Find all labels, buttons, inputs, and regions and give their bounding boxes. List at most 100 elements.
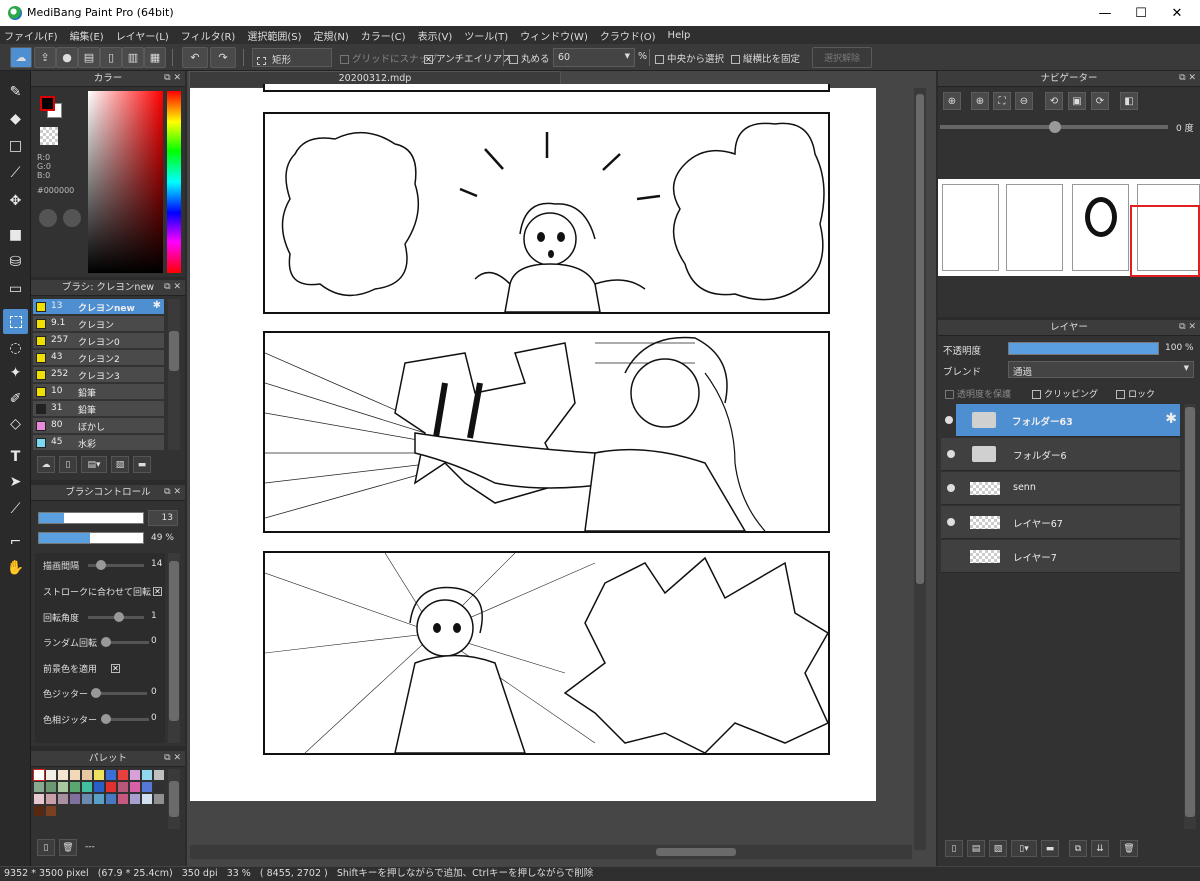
palette-swatch[interactable] (130, 770, 140, 780)
grid-snap-checkbox[interactable]: グリッドにスナップ (340, 51, 438, 65)
trash-icon[interactable]: 🗑 (59, 839, 77, 856)
new-folder-icon[interactable]: ▬ (1041, 840, 1059, 857)
merge-layer-icon[interactable]: ⇊ (1091, 840, 1109, 857)
visibility-eye-icon[interactable] (945, 416, 953, 424)
comment-icon[interactable]: ● (56, 47, 78, 68)
zoom-fit-icon[interactable]: ⊕ (943, 92, 961, 110)
add-brush-icon[interactable]: ▤▾ (81, 456, 107, 473)
brush-item[interactable]: 10 鉛筆 (33, 384, 164, 400)
palette-swatch[interactable] (154, 794, 164, 804)
shape-select[interactable]: 矩形 (252, 48, 332, 67)
palette-icon[interactable] (39, 209, 57, 227)
panel-close-icon[interactable]: ⧉ ✕ (1179, 320, 1196, 335)
select-center-checkbox[interactable]: 中央から選択 (655, 51, 724, 65)
rotate-left-icon[interactable]: ⟲ (1045, 92, 1063, 110)
palette-swatch[interactable] (46, 782, 56, 792)
color-saturation-field[interactable] (88, 91, 163, 273)
palette-swatch[interactable] (94, 770, 104, 780)
palette-swatch[interactable] (34, 782, 44, 792)
magic-wand-icon[interactable]: ✦ (3, 360, 28, 385)
layer-row[interactable]: レイヤー7 (941, 540, 1180, 573)
page-icon[interactable]: ▯ (100, 47, 122, 68)
clipping-checkbox[interactable]: クリッピング (1032, 387, 1098, 400)
protect-alpha-checkbox[interactable]: 透明度を保護 (945, 387, 1011, 400)
share-icon[interactable]: ⇪ (34, 47, 56, 68)
delete-layer-icon[interactable]: 🗑 (1120, 840, 1138, 857)
new-halftone-layer-icon[interactable]: ▤ (967, 840, 985, 857)
manga-page[interactable] (190, 84, 876, 801)
palette-swatch[interactable] (106, 782, 116, 792)
menu-help[interactable]: Help (668, 30, 691, 41)
menu-cloud[interactable]: クラウド(O) (600, 28, 656, 43)
divide-tool-icon[interactable]: ⟋ (3, 496, 28, 521)
brush-item[interactable]: 13 クレヨンnew ✱ (33, 299, 164, 315)
blend-mode-select[interactable]: 通過 ▼ (1008, 361, 1194, 378)
brush-item[interactable]: 45 水彩 (33, 435, 164, 451)
layer-row[interactable]: フォルダー63 ✱ (956, 404, 1180, 437)
brush-size-value[interactable]: 13 (148, 510, 178, 526)
transparent-color-swatch[interactable] (40, 127, 58, 145)
menu-tool[interactable]: ツール(T) (464, 28, 508, 43)
palette-swatch[interactable] (70, 794, 80, 804)
palette-swatch[interactable] (33, 769, 45, 781)
new-1bit-layer-icon[interactable]: ▧ (989, 840, 1007, 857)
undo-icon[interactable]: ↶ (182, 47, 208, 68)
layer-scrollbar[interactable] (1184, 404, 1196, 829)
panel-close-icon[interactable]: ⧉ ✕ (164, 71, 181, 86)
brush-cloud-icon[interactable]: ☁ (37, 456, 55, 473)
palette-swatch[interactable] (46, 770, 56, 780)
hue-slider[interactable] (167, 91, 181, 273)
lasso-tool-icon[interactable]: ◌ (3, 335, 28, 360)
palette-scrollbar[interactable] (168, 769, 180, 829)
palette-swatch[interactable] (46, 806, 56, 816)
antialias-checkbox[interactable]: ✕ アンチエイリアス (424, 51, 512, 65)
hue-jitter-slider[interactable] (101, 714, 149, 724)
menu-edit[interactable]: 編集(E) (70, 28, 104, 43)
brush-item[interactable]: 43 クレヨン2 (33, 350, 164, 366)
palette-swatch[interactable] (142, 782, 152, 792)
palette-swatch[interactable] (70, 770, 80, 780)
speech-icon[interactable]: ▤ (78, 47, 100, 68)
rotate-reset-icon[interactable]: ▣ (1068, 92, 1086, 110)
fit-screen-icon[interactable]: ⛶ (993, 92, 1011, 110)
spacing-slider[interactable] (88, 560, 144, 570)
palette-swatch[interactable] (94, 794, 104, 804)
palette-swatch[interactable] (82, 770, 92, 780)
duplicate-layer-icon[interactable]: ⧉ (1069, 840, 1087, 857)
brush-folder-icon[interactable]: ▬ (133, 456, 151, 473)
gear-icon[interactable]: ✱ (1165, 411, 1177, 427)
scroll-thumb[interactable] (169, 561, 179, 721)
eyedropper-tool-icon[interactable]: ⌐ (3, 529, 28, 554)
menu-color[interactable]: カラー(C) (361, 28, 406, 43)
scroll-thumb[interactable] (169, 781, 179, 817)
gear-icon[interactable]: ✱ (153, 300, 161, 311)
eraser-tool-icon[interactable]: ◆ (3, 106, 28, 131)
brush-tool-icon[interactable]: ✎ (3, 79, 28, 104)
dot-tool-icon[interactable]: □ (3, 133, 28, 158)
panel-close-icon[interactable]: ⧉ ✕ (164, 280, 181, 295)
palette-swatch[interactable] (118, 782, 128, 792)
visibility-eye-icon[interactable] (947, 484, 955, 492)
rotate-stroke-checkbox[interactable]: ✕ (153, 587, 162, 596)
panel-close-icon[interactable]: ⧉ ✕ (164, 485, 181, 500)
lock-checkbox[interactable]: ロック (1116, 387, 1155, 400)
slider-knob[interactable] (101, 714, 111, 724)
new-layer-icon[interactable]: ▯ (945, 840, 963, 857)
random-rotation-slider[interactable] (101, 637, 149, 647)
flip-icon[interactable]: ◧ (1120, 92, 1138, 110)
menu-ruler[interactable]: 定規(N) (313, 28, 348, 43)
palette-swatch[interactable] (154, 770, 164, 780)
grid-icon[interactable]: ▦ (144, 47, 166, 68)
move-tool-icon[interactable]: ✥ (3, 188, 28, 213)
round-checkbox[interactable]: 丸める (509, 51, 550, 65)
deselect-button[interactable]: 選択解除 (812, 47, 872, 68)
brush-control-scrollbar[interactable] (168, 553, 180, 743)
scroll-thumb[interactable] (916, 94, 924, 584)
menu-filter[interactable]: フィルタ(R) (181, 28, 236, 43)
palette-swatch[interactable] (58, 770, 68, 780)
slider-knob[interactable] (114, 612, 124, 622)
slider-knob[interactable] (101, 637, 111, 647)
page-thumbnail[interactable] (1072, 184, 1129, 271)
palette-swatch[interactable] (58, 782, 68, 792)
pages-icon[interactable]: ▥ (122, 47, 144, 68)
